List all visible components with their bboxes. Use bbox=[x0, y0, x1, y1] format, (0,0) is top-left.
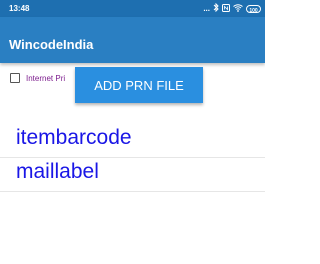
status-icons: ... 100 bbox=[203, 2, 261, 15]
list-item-label: maillabel bbox=[16, 160, 99, 183]
internet-printer-label: Internet Pri bbox=[26, 73, 66, 83]
list-item-label: itembarcode bbox=[16, 126, 132, 149]
add-prn-file-button[interactable]: ADD PRN FILE bbox=[75, 67, 203, 103]
more-dots-icon: ... bbox=[203, 4, 210, 13]
prn-file-list: itembarcode maillabel bbox=[0, 124, 265, 192]
app-screen: 13:48 ... 100 WincodeIndia Internet Pri … bbox=[0, 0, 265, 264]
list-item-itembarcode[interactable]: itembarcode bbox=[0, 124, 265, 158]
wifi-icon bbox=[233, 3, 243, 15]
nfc-icon bbox=[222, 3, 230, 15]
battery-icon: 100 bbox=[246, 5, 261, 14]
internet-printer-checkbox-row[interactable]: Internet Pri bbox=[10, 73, 65, 83]
app-title: WincodeIndia bbox=[9, 37, 94, 52]
bluetooth-icon bbox=[213, 2, 219, 15]
app-bar: WincodeIndia bbox=[0, 17, 265, 63]
internet-printer-checkbox[interactable] bbox=[10, 73, 20, 83]
list-item-maillabel[interactable]: maillabel bbox=[0, 158, 265, 192]
status-bar: 13:48 ... 100 bbox=[0, 0, 265, 17]
status-time: 13:48 bbox=[9, 4, 30, 13]
